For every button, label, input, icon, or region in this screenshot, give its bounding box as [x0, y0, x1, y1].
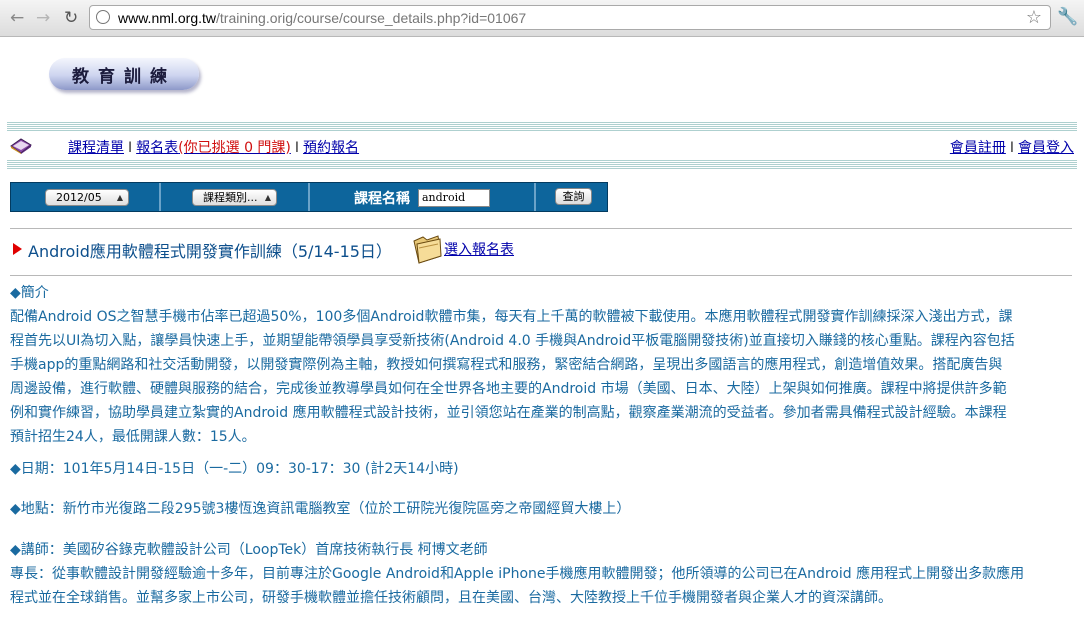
- signup-form-label: 報名表: [136, 140, 179, 156]
- cell-divider: [308, 183, 310, 211]
- intro-heading: ◆簡介: [10, 285, 49, 301]
- site-logo: 教育訓練: [49, 58, 199, 90]
- teacher-line: ◆講師：美國矽谷錄克軟體設計公司（LoopTek）首席技術執行長 柯博文老師: [10, 542, 488, 558]
- month-value: 2012/05: [56, 191, 102, 204]
- intro-line: 配備Android OS之智慧手機市佔率已超過50%，100多個Android軟…: [10, 309, 1013, 325]
- intro-line: 手機app的重點網路和社交活動開發，以開發實際例為主軸，教授如何撰寫程式和服務，…: [10, 357, 1003, 373]
- page-icon: [96, 10, 110, 24]
- course-title: Android應用軟體程式開發實作訓練（5/14-15日）: [28, 242, 392, 261]
- separator: I: [128, 140, 133, 156]
- intro-line: 例和實作練習，協助學員建立紮實的Android 應用軟體程式設計技術，並引領您站…: [10, 405, 1007, 421]
- course-name-input[interactable]: android: [418, 189, 490, 207]
- member-register-link[interactable]: 會員註冊: [950, 140, 1006, 156]
- address-bar[interactable]: www.nml.org.tw/training.orig/course/cour…: [89, 5, 1051, 30]
- category-select[interactable]: 課程類別... ▲: [192, 189, 277, 206]
- search-button[interactable]: 查詢: [555, 188, 592, 205]
- teacher-section: ◆講師：美國矽谷錄克軟體設計公司（LoopTek）首席技術執行長 柯博文老師 專…: [10, 538, 1074, 610]
- selected-count-text: (你已挑選 0 門課): [178, 140, 291, 156]
- expertise-line: 專長：從事軟體設計開發經驗逾十多年，目前專注於Google Android和Ap…: [10, 566, 1025, 582]
- separator: I: [1009, 140, 1014, 156]
- date-line: ◆日期：101年5月14日-15日（一-二）09：30-17：30 (計2天14…: [10, 461, 459, 477]
- divider-band: [7, 159, 1077, 170]
- url-host: www.nml.org.tw: [118, 10, 217, 26]
- reserve-link[interactable]: 預約報名: [303, 140, 359, 156]
- expertise-line: 程式並在全球銷售。並幫多家上市公司，研發手機軟體並擔任技術顧問，且在美國、台灣、…: [10, 590, 892, 606]
- top-nav-links: 課程清單 I 報名表(你已挑選 0 門課) I 預約報名: [68, 137, 359, 157]
- cell-divider: [534, 183, 536, 211]
- browser-toolbar: ← → ↻ www.nml.org.tw/training.orig/cours…: [0, 0, 1084, 37]
- selected-prefix: (你已挑選: [178, 140, 245, 156]
- month-select[interactable]: 2012/05 ▲: [45, 189, 129, 206]
- logo-text: 教育訓練: [72, 67, 176, 87]
- divider-band: [7, 121, 1077, 132]
- member-links: 會員註冊 I 會員登入: [950, 137, 1074, 157]
- selected-count: 0: [244, 140, 253, 156]
- separator: I: [294, 140, 300, 156]
- add-to-signup-link[interactable]: 選入報名表: [444, 239, 514, 259]
- intro-line: 預計招生24人，最低開課人數：15人。: [10, 429, 256, 445]
- folder-icon[interactable]: [411, 234, 443, 264]
- intro-section: ◆簡介 配備Android OS之智慧手機市佔率已超過50%，100多個Andr…: [10, 281, 1074, 449]
- divider-line: [10, 228, 1072, 229]
- wrench-menu-icon[interactable]: 🔧: [1057, 7, 1078, 27]
- search-bar: 2012/05 ▲ 課程類別... ▲ 課程名稱 android 查詢: [10, 182, 608, 212]
- cell-divider: [159, 183, 161, 211]
- forward-arrow-icon[interactable]: →: [36, 8, 50, 28]
- signup-form-link[interactable]: 報名表(你已挑選 0 門課): [136, 140, 291, 156]
- select-arrows-icon: ▲: [264, 193, 271, 202]
- course-name-label: 課程名稱: [354, 191, 410, 207]
- intro-line: 程首先以UI為切入點，讓學員快速上手，並期望能帶領學員享受新技術(Android…: [10, 333, 1015, 349]
- select-arrows-icon: ▲: [116, 193, 123, 202]
- category-value: 課程類別...: [203, 191, 258, 204]
- reload-icon[interactable]: ↻: [64, 8, 78, 28]
- url-text[interactable]: www.nml.org.tw/training.orig/course/cour…: [118, 10, 526, 26]
- member-login-link[interactable]: 會員登入: [1018, 140, 1074, 156]
- book-icon: [10, 138, 32, 154]
- url-path: /training.orig/course/course_details.php…: [216, 10, 527, 26]
- back-arrow-icon[interactable]: ←: [10, 8, 24, 28]
- place-line: ◆地點：新竹市光復路二段295號3樓恆逸資訊電腦教室（位於工研院光復院區旁之帝國…: [10, 501, 631, 517]
- divider-line: [10, 275, 1072, 276]
- selected-suffix: 門課): [252, 140, 291, 156]
- bookmark-star-icon[interactable]: ☆: [1026, 7, 1042, 28]
- course-list-link[interactable]: 課程清單: [68, 140, 124, 156]
- red-arrow-icon: [13, 243, 22, 255]
- intro-line: 周邊設備，進行軟體、硬體與服務的結合，完成後並教導學員如何在全世界各地主要的An…: [10, 381, 1007, 397]
